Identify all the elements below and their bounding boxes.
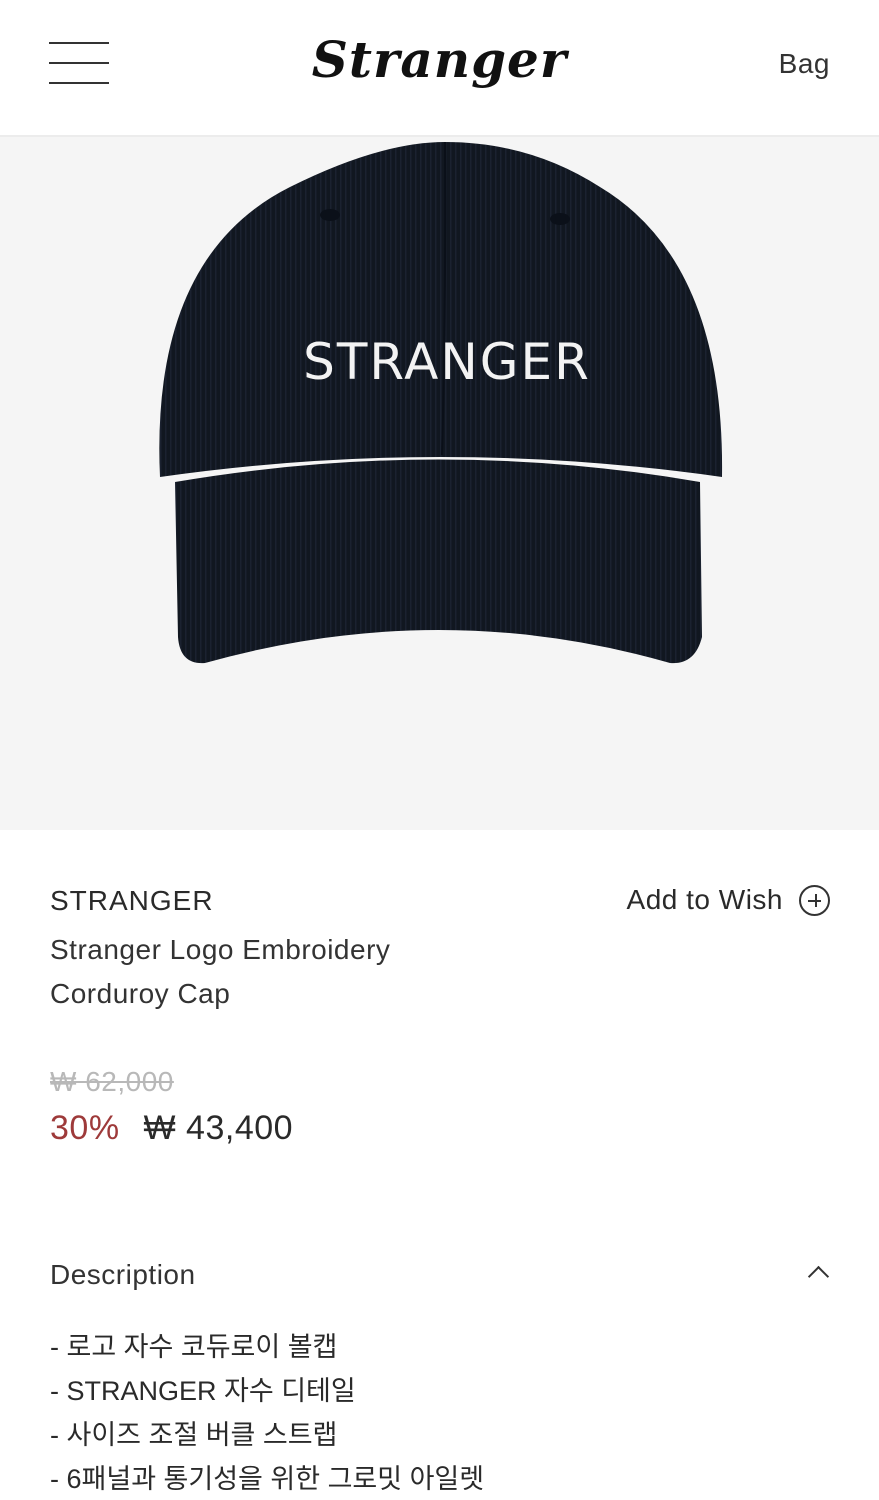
description-toggle[interactable]: Description <box>50 1259 830 1299</box>
description-item: - STRANGER 자수 디테일 <box>50 1376 356 1406</box>
description-title: Description <box>50 1259 196 1290</box>
cap-illustration: STRANGER <box>159 141 723 664</box>
description-item: - 6패널과 통기성을 위한 그로밋 아일렛 <box>50 1464 485 1494</box>
description-item: - 사이즈 조절 버클 스트랩 <box>50 1420 338 1450</box>
chevron-up-icon <box>807 1265 830 1288</box>
product-image[interactable]: STRANGER <box>0 137 879 830</box>
product-page: Stranger Bag STRANGER STRANGER Stranger … <box>0 0 879 1500</box>
cap-visor <box>175 459 702 664</box>
product-brand[interactable]: STRANGER <box>50 885 214 917</box>
sale-price: ₩ 43,400 <box>143 1109 294 1147</box>
original-price: ₩ 62,000 <box>50 1066 174 1097</box>
price-row: 30% ₩ 43,400 <box>50 1109 293 1148</box>
brand-logo[interactable]: Stranger <box>0 30 879 89</box>
add-to-wish-button[interactable]: Add to Wish <box>627 884 830 916</box>
wish-label: Add to Wish <box>626 884 783 915</box>
plus-circle-icon <box>799 884 830 916</box>
bag-link[interactable]: Bag <box>779 48 830 80</box>
top-header: Stranger Bag <box>0 0 879 137</box>
cap-crown <box>159 142 723 477</box>
discount-rate: 30% <box>50 1109 120 1147</box>
description-item: - 로고 자수 코듀로이 볼캡 <box>50 1332 338 1362</box>
cap-embroidery-text: STRANGER <box>303 333 591 391</box>
product-name: Stranger Logo Embroidery Corduroy Cap <box>50 934 391 1009</box>
description-list: - 로고 자수 코듀로이 볼캡 - STRANGER 자수 디테일 - 사이즈 … <box>50 1325 484 1500</box>
